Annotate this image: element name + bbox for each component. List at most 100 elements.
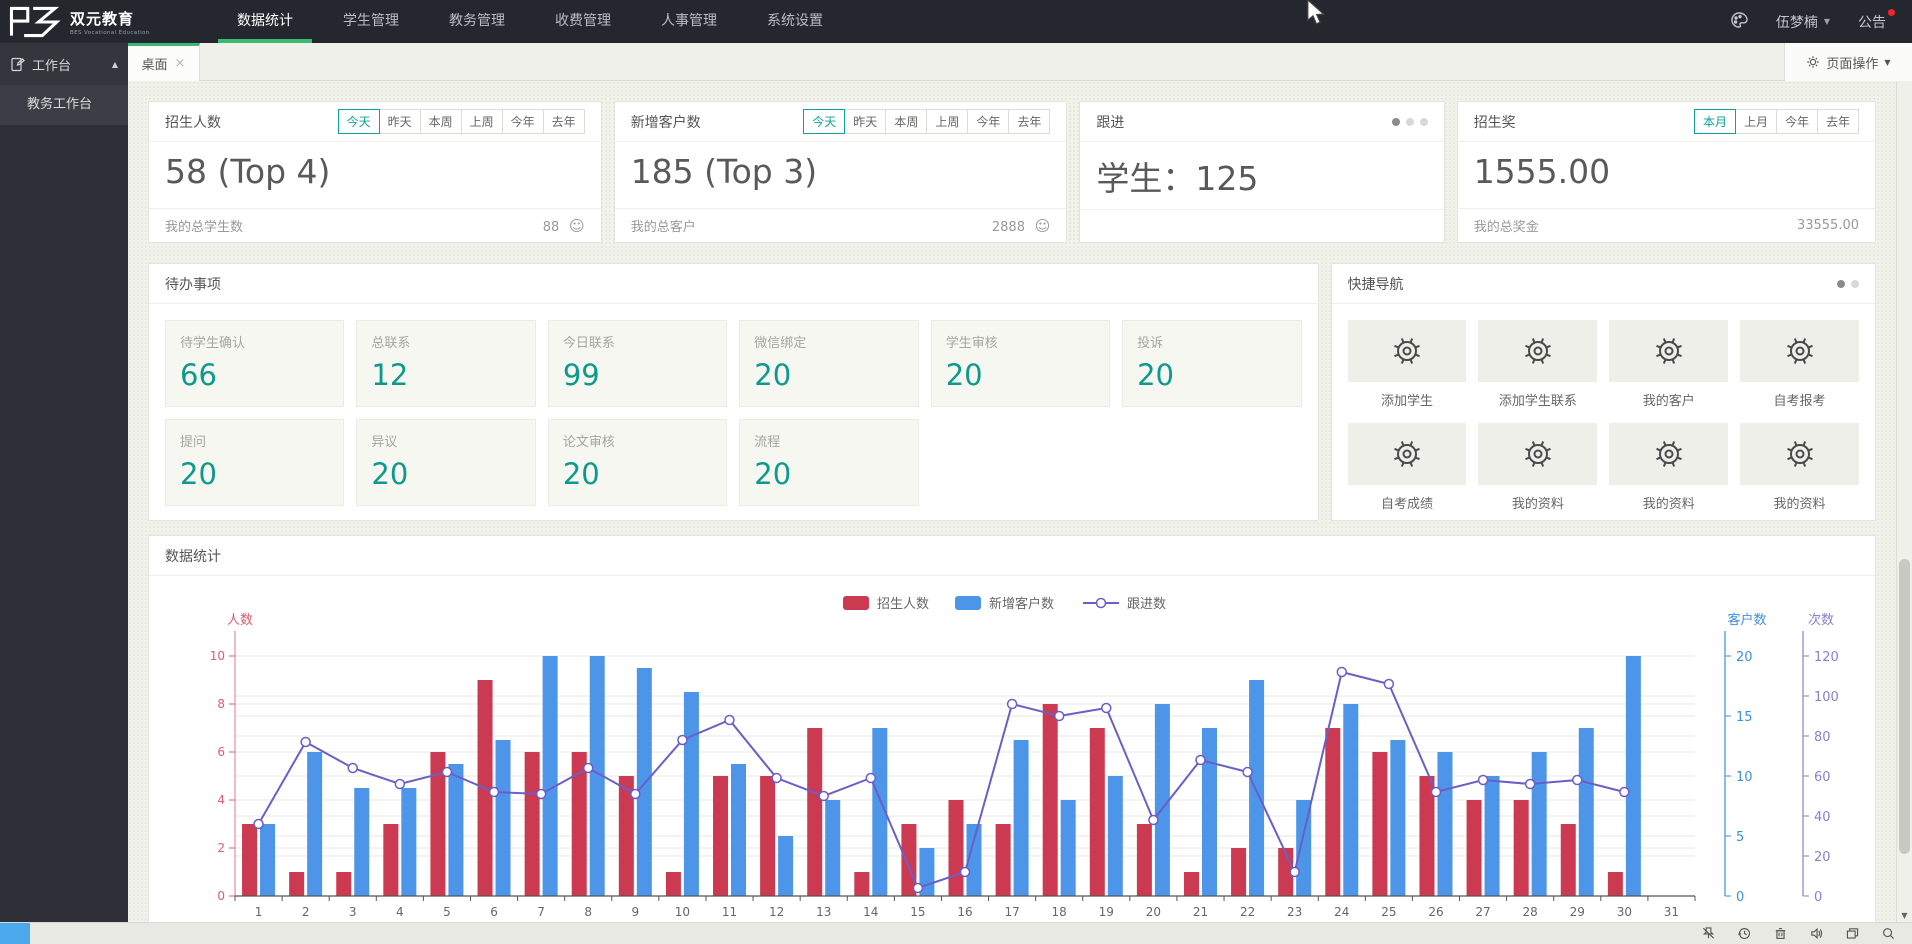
line-point: [1337, 668, 1346, 677]
bar: [1090, 728, 1105, 896]
trash-icon[interactable]: [1773, 926, 1788, 941]
history-icon[interactable]: [1737, 926, 1752, 941]
quick-nav-item[interactable]: 我的客户: [1609, 320, 1728, 409]
carousel-dot[interactable]: [1837, 280, 1845, 288]
theme-palette-icon[interactable]: [1730, 11, 1748, 33]
filter-button-本月[interactable]: 本月: [1694, 109, 1736, 134]
bar: [1184, 872, 1199, 896]
todo-title: 待办事项: [165, 274, 221, 294]
filter-button-本周[interactable]: 本周: [420, 109, 462, 134]
carousel-dot[interactable]: [1851, 280, 1859, 288]
quick-nav-item[interactable]: 添加学生: [1348, 320, 1467, 409]
x-tick-label: 12: [769, 905, 784, 919]
todo-item[interactable]: 投诉20: [1122, 320, 1301, 407]
todo-item-label: 微信绑定: [754, 332, 903, 351]
filter-button-上周[interactable]: 上周: [926, 109, 968, 134]
filter-button-昨天[interactable]: 昨天: [844, 109, 886, 134]
legend-swatch: [843, 596, 869, 610]
todo-item-label: 论文审核: [563, 431, 712, 450]
filter-button-去年[interactable]: 去年: [1008, 109, 1050, 134]
search-icon[interactable]: [1881, 926, 1896, 941]
stat-card-title: 招生奖: [1474, 112, 1516, 132]
stat-value: 185 (Top 3): [615, 142, 1067, 208]
todo-item[interactable]: 提问20: [165, 419, 344, 506]
todo-item[interactable]: 待学生确认66: [165, 320, 344, 407]
filter-button-昨天[interactable]: 昨天: [379, 109, 421, 134]
x-tick-label: 22: [1240, 905, 1255, 919]
todo-item[interactable]: 论文审核20: [548, 419, 727, 506]
x-tick-label: 8: [584, 905, 592, 919]
todo-item[interactable]: 学生审核20: [931, 320, 1110, 407]
scrollbar-down-arrow[interactable]: ▼: [1897, 911, 1912, 920]
todo-item[interactable]: 总联系12: [356, 320, 535, 407]
filter-button-去年[interactable]: 去年: [1817, 109, 1859, 134]
window-icon[interactable]: [1845, 926, 1860, 941]
x-tick-label: 24: [1334, 905, 1349, 919]
scrollbar-thumb[interactable]: [1899, 559, 1910, 854]
quick-nav-item[interactable]: 我的资料: [1478, 423, 1597, 512]
filter-button-上月[interactable]: 上月: [1735, 109, 1777, 134]
filter-button-今年[interactable]: 今年: [502, 109, 544, 134]
pin-off-icon[interactable]: [1701, 926, 1716, 941]
bar: [684, 692, 699, 896]
carousel-dots: [1392, 118, 1428, 126]
top-navbar: 双元教育 BES Vocational Education 数据统计学生管理教务…: [0, 0, 1912, 43]
page-actions-button[interactable]: 页面操作 ▼: [1784, 43, 1912, 81]
filter-button-今天[interactable]: 今天: [338, 109, 380, 134]
taskbar-blue-button[interactable]: [0, 923, 30, 944]
carousel-dot[interactable]: [1392, 118, 1400, 126]
x-tick-label: 31: [1664, 905, 1679, 919]
bar: [525, 752, 540, 896]
gear-icon: [1391, 335, 1423, 367]
quick-nav-item[interactable]: 自考报考: [1740, 320, 1859, 409]
filter-button-今年[interactable]: 今年: [967, 109, 1009, 134]
quick-nav-item[interactable]: 我的资料: [1609, 423, 1728, 512]
stat-card-header: 新增客户数今天昨天本周上周今年去年: [615, 102, 1067, 142]
menu-item-5[interactable]: 人事管理: [636, 0, 742, 43]
chart-svg: 0246810人数05101520客户数020406080100120次数123…: [165, 576, 1861, 922]
stat-card-4: 招生奖本月上月今年去年1555.00我的总奖金33555.00: [1457, 101, 1876, 243]
carousel-dot[interactable]: [1406, 118, 1414, 126]
announcement-link[interactable]: 公告: [1858, 12, 1886, 32]
todo-item[interactable]: 今日联系99: [548, 320, 727, 407]
menu-item-4[interactable]: 收费管理: [530, 0, 636, 43]
stat-footer: 我的总奖金33555.00: [1458, 208, 1875, 242]
quick-nav-item[interactable]: 自考成绩: [1348, 423, 1467, 512]
sound-icon[interactable]: [1809, 926, 1824, 941]
menu-item-6[interactable]: 系统设置: [742, 0, 848, 43]
close-icon[interactable]: ×: [175, 56, 186, 71]
filter-button-上周[interactable]: 上周: [461, 109, 503, 134]
todo-item-value: 20: [946, 358, 1095, 392]
tab-desktop[interactable]: 桌面 ×: [128, 43, 200, 81]
x-tick-label: 25: [1381, 905, 1396, 919]
user-menu[interactable]: 伍梦楠 ▼: [1776, 12, 1830, 32]
todo-item[interactable]: 微信绑定20: [739, 320, 918, 407]
menu-item-2[interactable]: 学生管理: [318, 0, 424, 43]
todo-item[interactable]: 流程20: [739, 419, 918, 506]
status-icons: [1701, 926, 1912, 941]
bar: [383, 824, 398, 896]
sidebar-group-label: 工作台: [32, 55, 71, 74]
quick-nav-item[interactable]: 添加学生联系: [1478, 320, 1597, 409]
statistics-card-header: 数据统计: [149, 536, 1875, 576]
x-tick-label: 5: [443, 905, 451, 919]
axis-tick-label: 0: [1736, 890, 1744, 905]
filter-button-去年[interactable]: 去年: [543, 109, 585, 134]
line-point: [301, 738, 310, 747]
statistics-card: 数据统计 0246810人数05101520客户数020406080100120…: [148, 535, 1876, 922]
bar: [1249, 680, 1264, 896]
sidebar-group-workbench[interactable]: 工作台 ▲: [0, 43, 128, 85]
x-tick-label: 1: [255, 905, 263, 919]
menu-item-3[interactable]: 教务管理: [424, 0, 530, 43]
filter-button-本周[interactable]: 本周: [885, 109, 927, 134]
line-point: [1431, 788, 1440, 797]
todo-item-label: 总联系: [371, 332, 520, 351]
menu-item-1[interactable]: 数据统计: [212, 0, 318, 43]
stat-card-3: 跟进学生：125: [1079, 101, 1444, 243]
filter-button-今年[interactable]: 今年: [1776, 109, 1818, 134]
filter-button-今天[interactable]: 今天: [803, 109, 845, 134]
sidebar-item-academic-workbench[interactable]: 教务工作台: [0, 85, 128, 125]
carousel-dot[interactable]: [1420, 118, 1428, 126]
quick-nav-item[interactable]: 我的资料: [1740, 423, 1859, 512]
todo-item[interactable]: 异议20: [356, 419, 535, 506]
